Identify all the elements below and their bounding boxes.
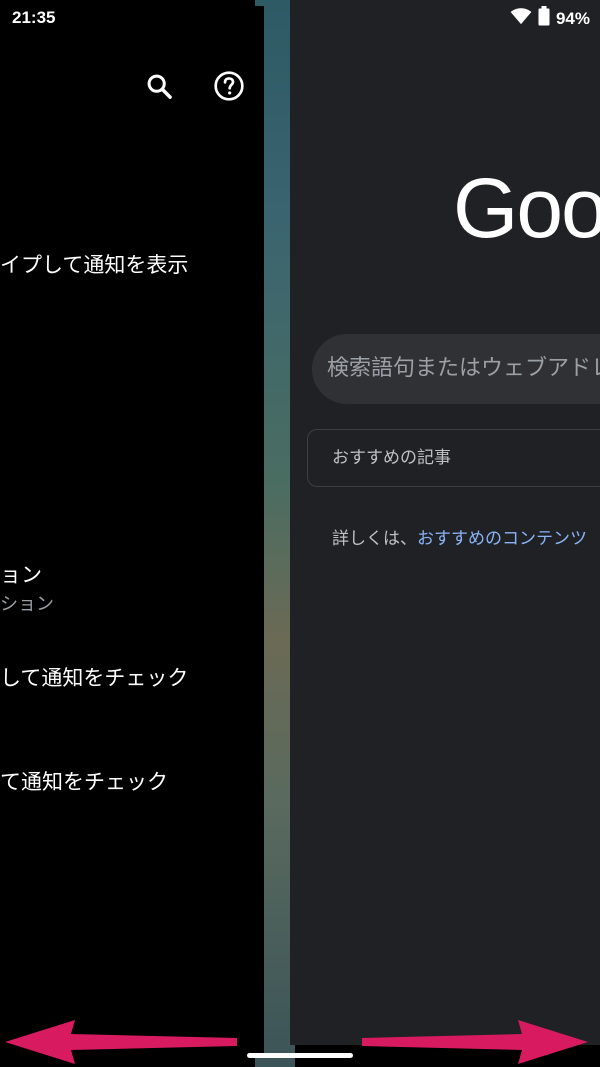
search-icon[interactable] — [141, 68, 177, 104]
help-icon[interactable] — [211, 68, 247, 104]
settings-app-card[interactable]: イプして通知を表示 ョン ション して通知をチェック て通知をチェック — [0, 6, 264, 1056]
settings-row-1-label[interactable]: イプして通知を表示 — [0, 249, 188, 279]
browser-app-card[interactable]: Goo 検索語句またはウェブアドレ おすすめの記事 詳しくは、おすすめのコンテン… — [290, 0, 600, 1045]
battery-icon — [538, 6, 550, 31]
swipe-left-arrow — [5, 1018, 237, 1067]
search-input[interactable]: 検索語句またはウェブアドレ — [312, 334, 600, 404]
status-icons: 94% — [510, 6, 590, 31]
recommended-content-link[interactable]: おすすめのコンテンツ — [417, 529, 587, 549]
settings-row-3-label[interactable]: して通知をチェック — [0, 662, 188, 692]
wifi-icon — [510, 7, 532, 30]
recommended-articles-box[interactable]: おすすめの記事 — [307, 429, 600, 487]
gesture-nav-handle[interactable] — [247, 1053, 353, 1058]
status-time: 21:35 — [12, 8, 56, 27]
battery-percent: 94% — [555, 8, 590, 28]
settings-row-4-label[interactable]: て通知をチェック — [0, 766, 168, 796]
google-logo: Goo — [453, 161, 600, 255]
detail-prefix: 詳しくは、 — [332, 529, 417, 549]
settings-row-2-sub: ション — [0, 594, 54, 615]
detail-text: 詳しくは、おすすめのコンテンツ — [332, 524, 587, 549]
swipe-right-arrow — [362, 1018, 588, 1067]
status-bar: 21:35 94% — [0, 0, 600, 36]
settings-row-2-label[interactable]: ョン — [0, 559, 42, 589]
